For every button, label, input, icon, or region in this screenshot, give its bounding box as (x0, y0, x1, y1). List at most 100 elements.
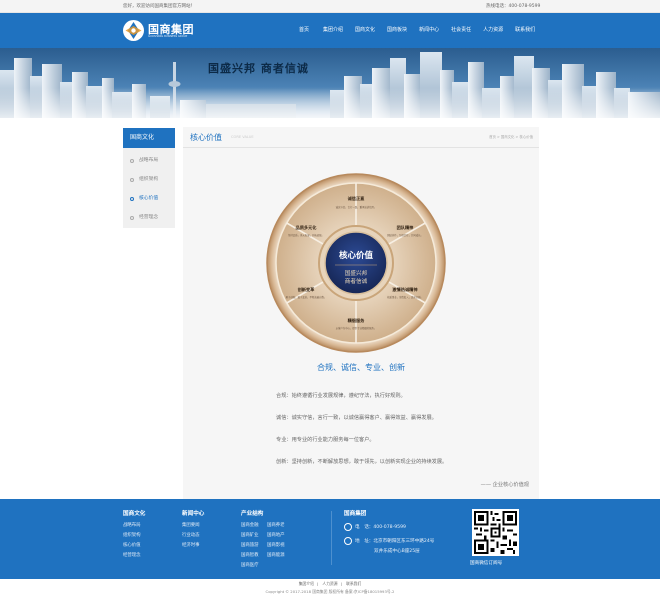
footer-col-title: 国商文化 (123, 511, 146, 517)
footer: 国商文化 战略布局 组织架构 核心价值 经营理念 新闻中心 集团要闻 行业动态 … (0, 499, 660, 579)
contact-address: 地 址：北京市朝阳区东三环中路24号 (344, 537, 435, 546)
bottom-link-about[interactable]: 集团介绍 (299, 581, 314, 586)
footer-link[interactable]: 国商养老 (267, 521, 293, 531)
bottom-bar: 集团介绍 | 人力资源 | 联系我们 Copyright © 2017-2018 国… (0, 579, 660, 600)
sidebar-item-label: 战略布局 (139, 158, 159, 163)
sidebar-item-label: 组织架构 (139, 177, 159, 182)
sidebar-title: 国商文化 (123, 128, 175, 148)
wheel-center-title: 核心价值 (339, 250, 374, 261)
wheel-segment-text: 团结协作，互相信任，共同成长。 (387, 233, 423, 237)
nav-sectors[interactable]: 国商板块 (381, 13, 413, 48)
nav-culture[interactable]: 国商文化 (349, 13, 381, 48)
contact-phone: 电 话：400-078-9599 (344, 523, 434, 532)
footer-link[interactable]: 核心价值 (123, 541, 145, 551)
city-skyline-image (0, 52, 660, 118)
footer-link[interactable]: 经济时事 (182, 541, 204, 551)
qr-label: 国商微信订阅号 (470, 561, 503, 566)
banner: 国盛兴邦 商者信诚 (0, 48, 660, 118)
nav-contact[interactable]: 联系我们 (509, 13, 541, 48)
footer-link[interactable]: 国商影视 (267, 541, 293, 551)
bullet-icon (130, 197, 134, 201)
wheel-segment-title: 创新变革 (297, 286, 316, 293)
qr-code-icon (474, 511, 517, 554)
footer-col-title: 产业结构 (241, 511, 264, 517)
nav-about[interactable]: 集团介绍 (317, 13, 349, 48)
footer-link[interactable]: 国商金融 (241, 521, 267, 531)
wheel-center-line1: 国盛兴邦 (345, 269, 368, 277)
footer-link[interactable]: 组织架构 (123, 531, 145, 541)
nav-news[interactable]: 新闻中心 (413, 13, 445, 48)
footer-contact: 国商集团 电 话：400-078-9599 地 址：北京市朝阳区东三环中路24号… (344, 509, 434, 554)
bullet-icon (130, 159, 134, 163)
page-title-en: CORE VALUE (231, 135, 254, 139)
footer-link-grid: 国商金融 国商养老 国商矿业 国商地产 国商旅游 国商影视 国商智教 国商能源 … (241, 521, 293, 571)
sidebar: 国商文化 战略布局 组织架构 核心价值 经营理念 (123, 128, 175, 228)
footer-link[interactable]: 国商旅游 (241, 541, 267, 551)
contact-phone-text: 电 话：400-078-9599 (355, 525, 406, 530)
bottom-link-contact[interactable]: 联系我们 (346, 581, 361, 586)
sidebar-menu: 战略布局 组织架构 核心价值 经营理念 (123, 148, 175, 227)
header: 国商集团 GUOSHANG BUSINESS GROUP 首页 集团介绍 国商文… (0, 13, 660, 48)
banner-slogan: 国盛兴邦 商者信诚 (208, 62, 309, 75)
main-content: 核心价值 CORE VALUE 首页 > 国商文化 > 核心价值 核心价值 国盛… (183, 127, 539, 499)
wheel-segment-text: 诚实守信，言行一致，重承诺讲信用。 (336, 205, 377, 209)
footer-link[interactable]: 国商矿业 (241, 531, 267, 541)
value-paragraph: 合规：始终遵循行业发展规律，遵纪守法，执行好规则。 (276, 393, 406, 399)
top-bar: 您好，欢迎访问国商集团官方网站！ 热线电话：400-078-9599 (0, 0, 660, 13)
contact-address-text: 地 址：北京市朝阳区东三环中路24号 (355, 539, 435, 544)
values-signature: —— 企业核心价值观 (480, 482, 529, 488)
footer-link[interactable]: 战略布局 (123, 521, 145, 531)
nav-hr[interactable]: 人力资源 (477, 13, 509, 48)
contact-title: 国商集团 (344, 511, 367, 517)
wheel-segment-title: 精细服务 (348, 317, 366, 324)
value-paragraph: 专业：用专业的行业能力服务每一位客户。 (276, 437, 375, 443)
wheel-segment-text: 勇于创新，敢于变革，不断突破自我。 (286, 295, 327, 299)
bottom-link-hr[interactable]: 人力资源 (322, 581, 337, 586)
wheel-center-line2: 商者信诚 (345, 277, 368, 285)
hotline-text: 热线电话：400-078-9599 (486, 4, 541, 9)
wheel-segment-title: 激情热诚精神 (392, 286, 417, 293)
logo[interactable]: 国商集团 GUOSHANG BUSINESS GROUP (123, 19, 198, 43)
divider (183, 147, 539, 148)
location-icon (344, 537, 352, 545)
wechat-qr-code (472, 509, 519, 556)
footer-link[interactable]: 国商地产 (267, 531, 293, 541)
footer-link[interactable]: 行业动态 (182, 531, 204, 541)
sidebar-item-philosophy[interactable]: 经营理念 (123, 208, 175, 227)
breadcrumb[interactable]: 首页 > 国商文化 > 核心价值 (489, 134, 533, 139)
sidebar-item-structure[interactable]: 组织架构 (123, 170, 175, 189)
wheel-segment-text: 坚持品质，多元发展，开拓进取。 (288, 233, 324, 237)
footer-link[interactable]: 经营理念 (123, 551, 145, 561)
footer-col-industry: 产业结构 国商金融 国商养老 国商矿业 国商地产 国商旅游 国商影视 国商智教 … (241, 509, 293, 571)
phone-icon (344, 523, 352, 531)
wheel-segment-text: 热爱事业，全情投入，追求卓越。 (387, 295, 423, 299)
sidebar-item-strategy[interactable]: 战略布局 (123, 151, 175, 170)
logo-subtitle: GUOSHANG BUSINESS GROUP (148, 35, 188, 38)
wheel-segment-title: 品质多元化 (296, 224, 318, 231)
footer-link[interactable]: 国商能源 (267, 551, 293, 561)
sidebar-item-label: 核心价值 (139, 196, 159, 201)
footer-link[interactable]: 国商医疗 (241, 561, 267, 571)
wheel-segment-text: 以客户为中心，提供专业精细的服务。 (336, 326, 377, 330)
core-value-wheel: 核心价值 国盛兴邦 商者信诚 诚信正直 诚实守信，言行一致，重承诺讲信用。 团队… (266, 173, 446, 353)
sidebar-item-core-value[interactable]: 核心价值 (123, 189, 175, 208)
copyright: Copyright © 2017-2018 国商集团 版权所有 备案:京ICP备… (265, 589, 395, 594)
footer-divider (331, 511, 332, 565)
nav-responsibility[interactable]: 社会责任 (445, 13, 477, 48)
footer-col-title: 新闻中心 (182, 511, 205, 517)
wheel-segment-title: 团队精神 (397, 224, 414, 231)
bullet-icon (130, 216, 134, 220)
bottom-links: 集团介绍 | 人力资源 | 联系我们 (298, 581, 362, 586)
nav-home[interactable]: 首页 (292, 13, 317, 48)
page-title: 核心价值 (190, 133, 222, 142)
sidebar-item-label: 经营理念 (139, 215, 159, 220)
footer-link[interactable]: 集团要闻 (182, 521, 204, 531)
footer-link[interactable]: 国商智教 (241, 551, 267, 561)
footer-col-news: 新闻中心 集团要闻 行业动态 经济时事 (182, 509, 204, 551)
footer-col-culture: 国商文化 战略布局 组织架构 核心价值 经营理念 (123, 509, 145, 561)
value-paragraph: 创新：坚持创新，不断解放思想，敢于领先，以创新实现企业的持续发展。 (276, 459, 448, 465)
values-title: 合规、诚信、专业、创新 (317, 363, 405, 372)
main-nav: 首页 集团介绍 国商文化 国商板块 新闻中心 社会责任 人力资源 联系我们 (292, 13, 541, 48)
wheel-segment-title: 诚信正直 (348, 195, 366, 202)
logo-mark-icon (123, 20, 144, 41)
